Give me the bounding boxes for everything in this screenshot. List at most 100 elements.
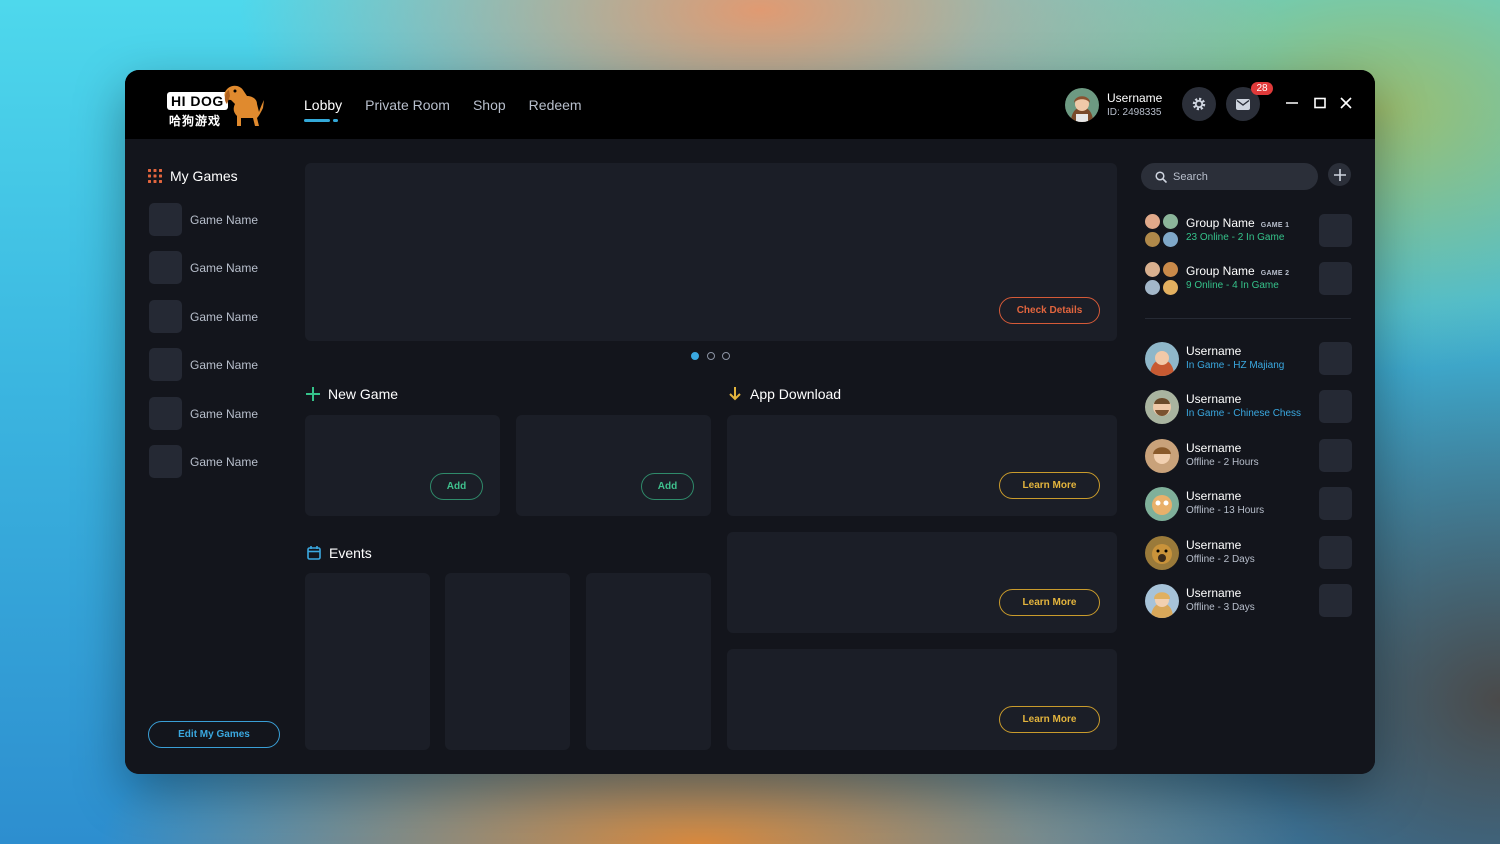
friend-name: Username: [1186, 392, 1242, 406]
add-game-button[interactable]: Add: [430, 473, 483, 500]
settings-button[interactable]: [1182, 87, 1216, 121]
friend-row[interactable]: Username Offline - 3 Days: [1145, 584, 1352, 618]
group-name-text: Group Name: [1186, 216, 1255, 230]
game-name: Game Name: [190, 212, 259, 227]
minimize-button[interactable]: [1285, 96, 1299, 110]
friend-avatar: [1145, 439, 1179, 473]
new-game-card[interactable]: [305, 415, 500, 516]
event-card[interactable]: [305, 573, 430, 750]
friend-action-button[interactable]: [1319, 487, 1352, 520]
tab-private-room[interactable]: Private Room: [365, 97, 450, 113]
group-action-button[interactable]: [1319, 262, 1352, 295]
group-row[interactable]: Group Name GAME 2 9 Online - 4 In Game: [1145, 262, 1352, 296]
check-details-button[interactable]: Check Details: [999, 297, 1100, 324]
avatar: [1145, 232, 1160, 247]
avatar: [1163, 262, 1178, 277]
group-game-tag: GAME 1: [1260, 222, 1290, 229]
friend-action-button[interactable]: [1319, 342, 1352, 375]
friend-avatar: [1145, 584, 1179, 618]
gear-icon: [1192, 97, 1206, 111]
tab-redeem[interactable]: Redeem: [529, 97, 582, 113]
grid-icon: [148, 169, 162, 183]
friend-status: Offline - 2 Hours: [1186, 457, 1259, 468]
maximize-icon: [1314, 97, 1326, 109]
new-game-card[interactable]: [516, 415, 711, 516]
app-download-card[interactable]: [727, 415, 1117, 516]
group-name: Group Name GAME 2: [1186, 264, 1289, 278]
download-arrow-icon: [729, 387, 741, 401]
app-download-card[interactable]: [727, 649, 1117, 750]
user-avatar[interactable]: [1065, 88, 1099, 122]
new-game-header: New Game: [306, 386, 398, 402]
carousel-dot[interactable]: [722, 352, 730, 360]
group-row[interactable]: Group Name GAME 1 23 Online - 2 In Game: [1145, 214, 1352, 247]
group-action-button[interactable]: [1319, 214, 1352, 247]
tab-lobby[interactable]: Lobby: [304, 97, 342, 122]
learn-more-button[interactable]: Learn More: [999, 589, 1100, 616]
tab-shop[interactable]: Shop: [473, 97, 506, 113]
events-header: Events: [307, 545, 372, 561]
calendar-icon: [307, 546, 321, 560]
game-name: Game Name: [190, 309, 259, 324]
maximize-button[interactable]: [1313, 96, 1327, 110]
event-card[interactable]: [445, 573, 570, 750]
friend-action-button[interactable]: [1319, 584, 1352, 617]
group-status: 9 Online - 4 In Game: [1186, 280, 1279, 291]
friend-name: Username: [1186, 538, 1242, 552]
avatar: [1163, 232, 1178, 247]
mail-count-badge: 28: [1251, 82, 1273, 95]
friend-row[interactable]: Username In Game - HZ Majiang: [1145, 342, 1352, 376]
sidebar-game-item[interactable]: Game Name: [149, 203, 289, 236]
friend-avatar: [1145, 536, 1179, 570]
learn-more-button[interactable]: Learn More: [999, 472, 1100, 499]
sidebar-game-item[interactable]: Game Name: [149, 397, 289, 430]
group-avatar-cluster: [1145, 262, 1179, 296]
learn-more-button[interactable]: Learn More: [999, 706, 1100, 733]
friend-row[interactable]: Username In Game - Chinese Chess: [1145, 390, 1352, 424]
banner-carousel[interactable]: [305, 163, 1117, 341]
edit-my-games-button[interactable]: Edit My Games: [148, 721, 280, 748]
game-name: Game Name: [190, 357, 259, 372]
friend-name: Username: [1186, 441, 1242, 455]
friend-search-input[interactable]: Search: [1141, 163, 1318, 190]
search-placeholder: Search: [1173, 170, 1208, 183]
friend-name: Username: [1186, 489, 1242, 503]
game-thumbnail: [149, 348, 182, 381]
friend-action-button[interactable]: [1319, 536, 1352, 569]
add-friend-button[interactable]: [1328, 163, 1351, 186]
friend-row[interactable]: Username Offline - 2 Days: [1145, 536, 1352, 570]
carousel-dot[interactable]: [707, 352, 715, 360]
friend-row[interactable]: Username Offline - 13 Hours: [1145, 487, 1352, 521]
new-game-title: New Game: [328, 386, 399, 402]
search-icon: [1155, 170, 1167, 183]
sidebar-game-item[interactable]: Game Name: [149, 251, 289, 284]
add-game-button[interactable]: Add: [641, 473, 694, 500]
friend-action-button[interactable]: [1319, 390, 1352, 423]
avatar: [1163, 214, 1178, 229]
avatar: [1145, 214, 1160, 229]
friend-status: Offline - 3 Days: [1186, 602, 1255, 613]
game-thumbnail: [149, 300, 182, 333]
sidebar-game-item[interactable]: Game Name: [149, 348, 289, 381]
my-games-header: My Games: [148, 168, 238, 184]
panel-divider: [1145, 318, 1351, 319]
mail-icon: [1236, 98, 1250, 110]
friend-row[interactable]: Username Offline - 2 Hours: [1145, 439, 1352, 473]
group-game-tag: GAME 2: [1260, 270, 1290, 277]
close-button[interactable]: [1339, 96, 1353, 110]
hidog-logo[interactable]: HI DOG 哈狗游戏: [167, 82, 267, 128]
friend-action-button[interactable]: [1319, 439, 1352, 472]
game-name: Game Name: [190, 454, 259, 469]
friend-avatar: [1145, 487, 1179, 521]
app-download-card[interactable]: [727, 532, 1117, 633]
group-status: 23 Online - 2 In Game: [1186, 232, 1285, 243]
event-card[interactable]: [586, 573, 711, 750]
dog-icon: [224, 85, 264, 126]
avatar: [1145, 262, 1160, 277]
user-name: Username: [1107, 91, 1163, 105]
carousel-dot[interactable]: [691, 352, 699, 360]
sidebar-game-item[interactable]: Game Name: [149, 300, 289, 333]
app-download-header: App Download: [728, 386, 841, 402]
sidebar-game-item[interactable]: Game Name: [149, 445, 289, 478]
avatar: [1145, 280, 1160, 295]
